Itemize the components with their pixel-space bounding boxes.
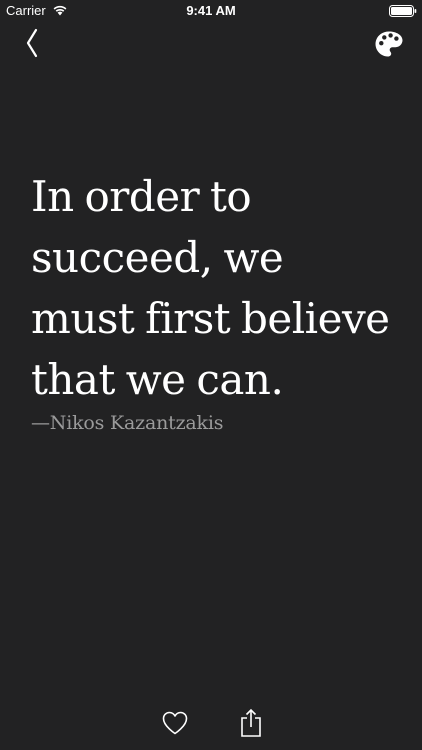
- share-button[interactable]: [239, 708, 263, 738]
- quote-block: In order to succeed, we must first belie…: [31, 166, 391, 434]
- heart-icon: [162, 711, 188, 735]
- quote-author: —Nikos Kazantzakis: [31, 412, 224, 434]
- favorite-button[interactable]: [161, 709, 189, 737]
- quote-text: In order to succeed, we must first belie…: [31, 172, 390, 404]
- chevron-left-icon: [26, 28, 38, 58]
- back-button[interactable]: [20, 26, 48, 60]
- status-bar: Carrier 9:41 AM: [0, 0, 422, 22]
- theme-palette-button[interactable]: [374, 30, 404, 58]
- status-time: 9:41 AM: [186, 3, 236, 18]
- palette-icon: [375, 31, 403, 57]
- battery-icon: [389, 5, 417, 17]
- share-icon: [241, 708, 261, 737]
- quote-screen: Carrier 9:41 AM In order to succeed, we …: [0, 0, 422, 750]
